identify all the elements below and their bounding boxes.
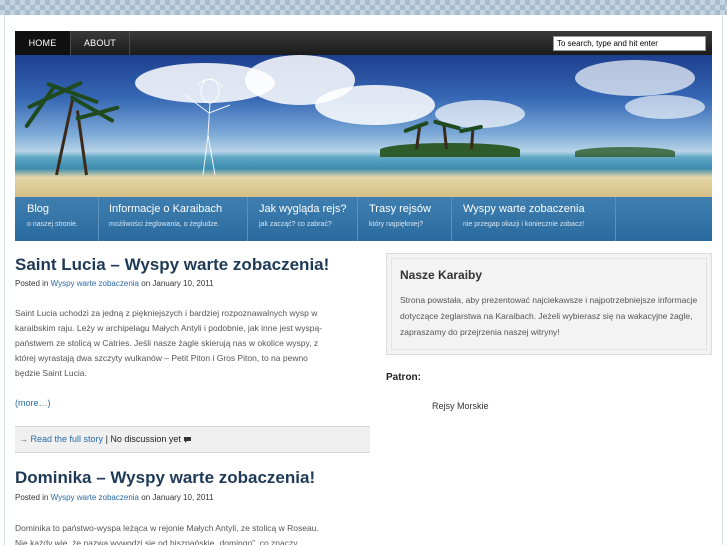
post-meta-prefix: Posted in <box>15 279 49 288</box>
cloud <box>575 60 695 96</box>
post-text-line: państwem ze stolicą w Catries. Jeśli nas… <box>15 338 319 348</box>
comment-icon <box>184 436 192 443</box>
category-title: Informacje o Karaibach <box>109 203 223 215</box>
sketch-figure <box>184 78 231 176</box>
read-full-story-link[interactable]: → Read the full story <box>19 434 103 444</box>
post-title[interactable]: Saint Lucia – Wyspy warte zobaczenia! <box>15 255 329 275</box>
post-title[interactable]: Dominika – Wyspy warte zobaczenia! <box>15 468 315 488</box>
post-excerpt: Dominika to państwo-wyspa leżąca w rejon… <box>15 521 370 545</box>
post-category-link[interactable]: Wyspy warte zobaczenia <box>51 493 139 502</box>
category-item-trasy[interactable]: Trasy rejsów który najpiękniej? <box>358 197 451 241</box>
category-subtitle: możliwości żeglowania, o żegludze. <box>109 221 220 228</box>
post-meta: Posted in Wyspy warte zobaczenia on Janu… <box>15 493 214 502</box>
header-pattern <box>0 0 727 15</box>
category-subtitle: nie przegap okazji i koniecznie zobacz! <box>463 221 585 228</box>
sidebar-title: Nasze Karaiby <box>400 268 483 282</box>
post-excerpt: Saint Lucia uchodzi za jedną z piękniejs… <box>15 306 370 381</box>
category-item-wyspy[interactable]: Wyspy warte zobaczenia nie przegap okazj… <box>452 197 615 241</box>
cloud <box>625 95 705 119</box>
post-text-line: będzie Saint Lucia. <box>15 368 87 378</box>
island <box>575 147 675 157</box>
post-meta: Posted in Wyspy warte zobaczenia on Janu… <box>15 279 214 288</box>
search-input[interactable] <box>553 36 706 51</box>
nav-home[interactable]: HOME <box>15 31 70 55</box>
post-date: on January 10, 2011 <box>141 279 214 288</box>
cloud <box>315 85 435 125</box>
patron-label: Patron: <box>386 372 421 383</box>
island <box>380 143 520 157</box>
header-banner <box>15 55 712 197</box>
post-footer: → Read the full story | No discussion ye… <box>15 426 370 453</box>
post-meta-prefix: Posted in <box>15 493 49 502</box>
category-separator <box>615 197 616 241</box>
category-subtitle: który najpiękniej? <box>369 221 424 228</box>
palm-leaf <box>403 120 429 134</box>
category-subtitle: o naszej stronie. <box>27 221 78 228</box>
sidebar-text: Strona powstała, aby prezentować najciek… <box>400 295 698 337</box>
post-text-line: Saint Lucia uchodzi za jedną z piękniejs… <box>15 308 318 318</box>
post-text-line: Dominika to państwo-wyspa leżąca w rejon… <box>15 523 319 533</box>
category-item-rejs[interactable]: Jak wygląda rejs? jak zacząć? co zabrać? <box>248 197 357 241</box>
palm-trunk <box>55 96 75 176</box>
post-text-line: karaibskim raju. Leży w archipelagu Mały… <box>15 323 323 333</box>
category-navigation: Blog o naszej stronie. Informacje o Kara… <box>15 197 712 241</box>
category-item-blog[interactable]: Blog o naszej stronie. <box>15 197 98 241</box>
patron-link[interactable]: Rejsy Morskie <box>432 401 489 411</box>
post-text-line: której wyrastają dwa szczyty wulkanów – … <box>15 353 308 363</box>
discussion-count[interactable]: | No discussion yet <box>106 434 181 444</box>
more-link[interactable]: (more…) <box>15 398 51 408</box>
post-category-link[interactable]: Wyspy warte zobaczenia <box>51 279 139 288</box>
category-title: Trasy rejsów <box>369 203 431 215</box>
nav-separator <box>129 31 130 55</box>
post-date: on January 10, 2011 <box>141 493 214 502</box>
category-title: Blog <box>27 203 50 215</box>
nav-about[interactable]: ABOUT <box>71 31 129 55</box>
category-title: Jak wygląda rejs? <box>259 203 347 215</box>
post-text-line: Nie każdy wie, że nazwa wywodzi się od h… <box>15 538 298 545</box>
category-title: Wyspy warte zobaczenia <box>463 203 585 215</box>
category-subtitle: jak zacząć? co zabrać? <box>259 221 332 228</box>
category-item-karaiby[interactable]: Informacje o Karaibach możliwości żeglow… <box>99 197 247 241</box>
